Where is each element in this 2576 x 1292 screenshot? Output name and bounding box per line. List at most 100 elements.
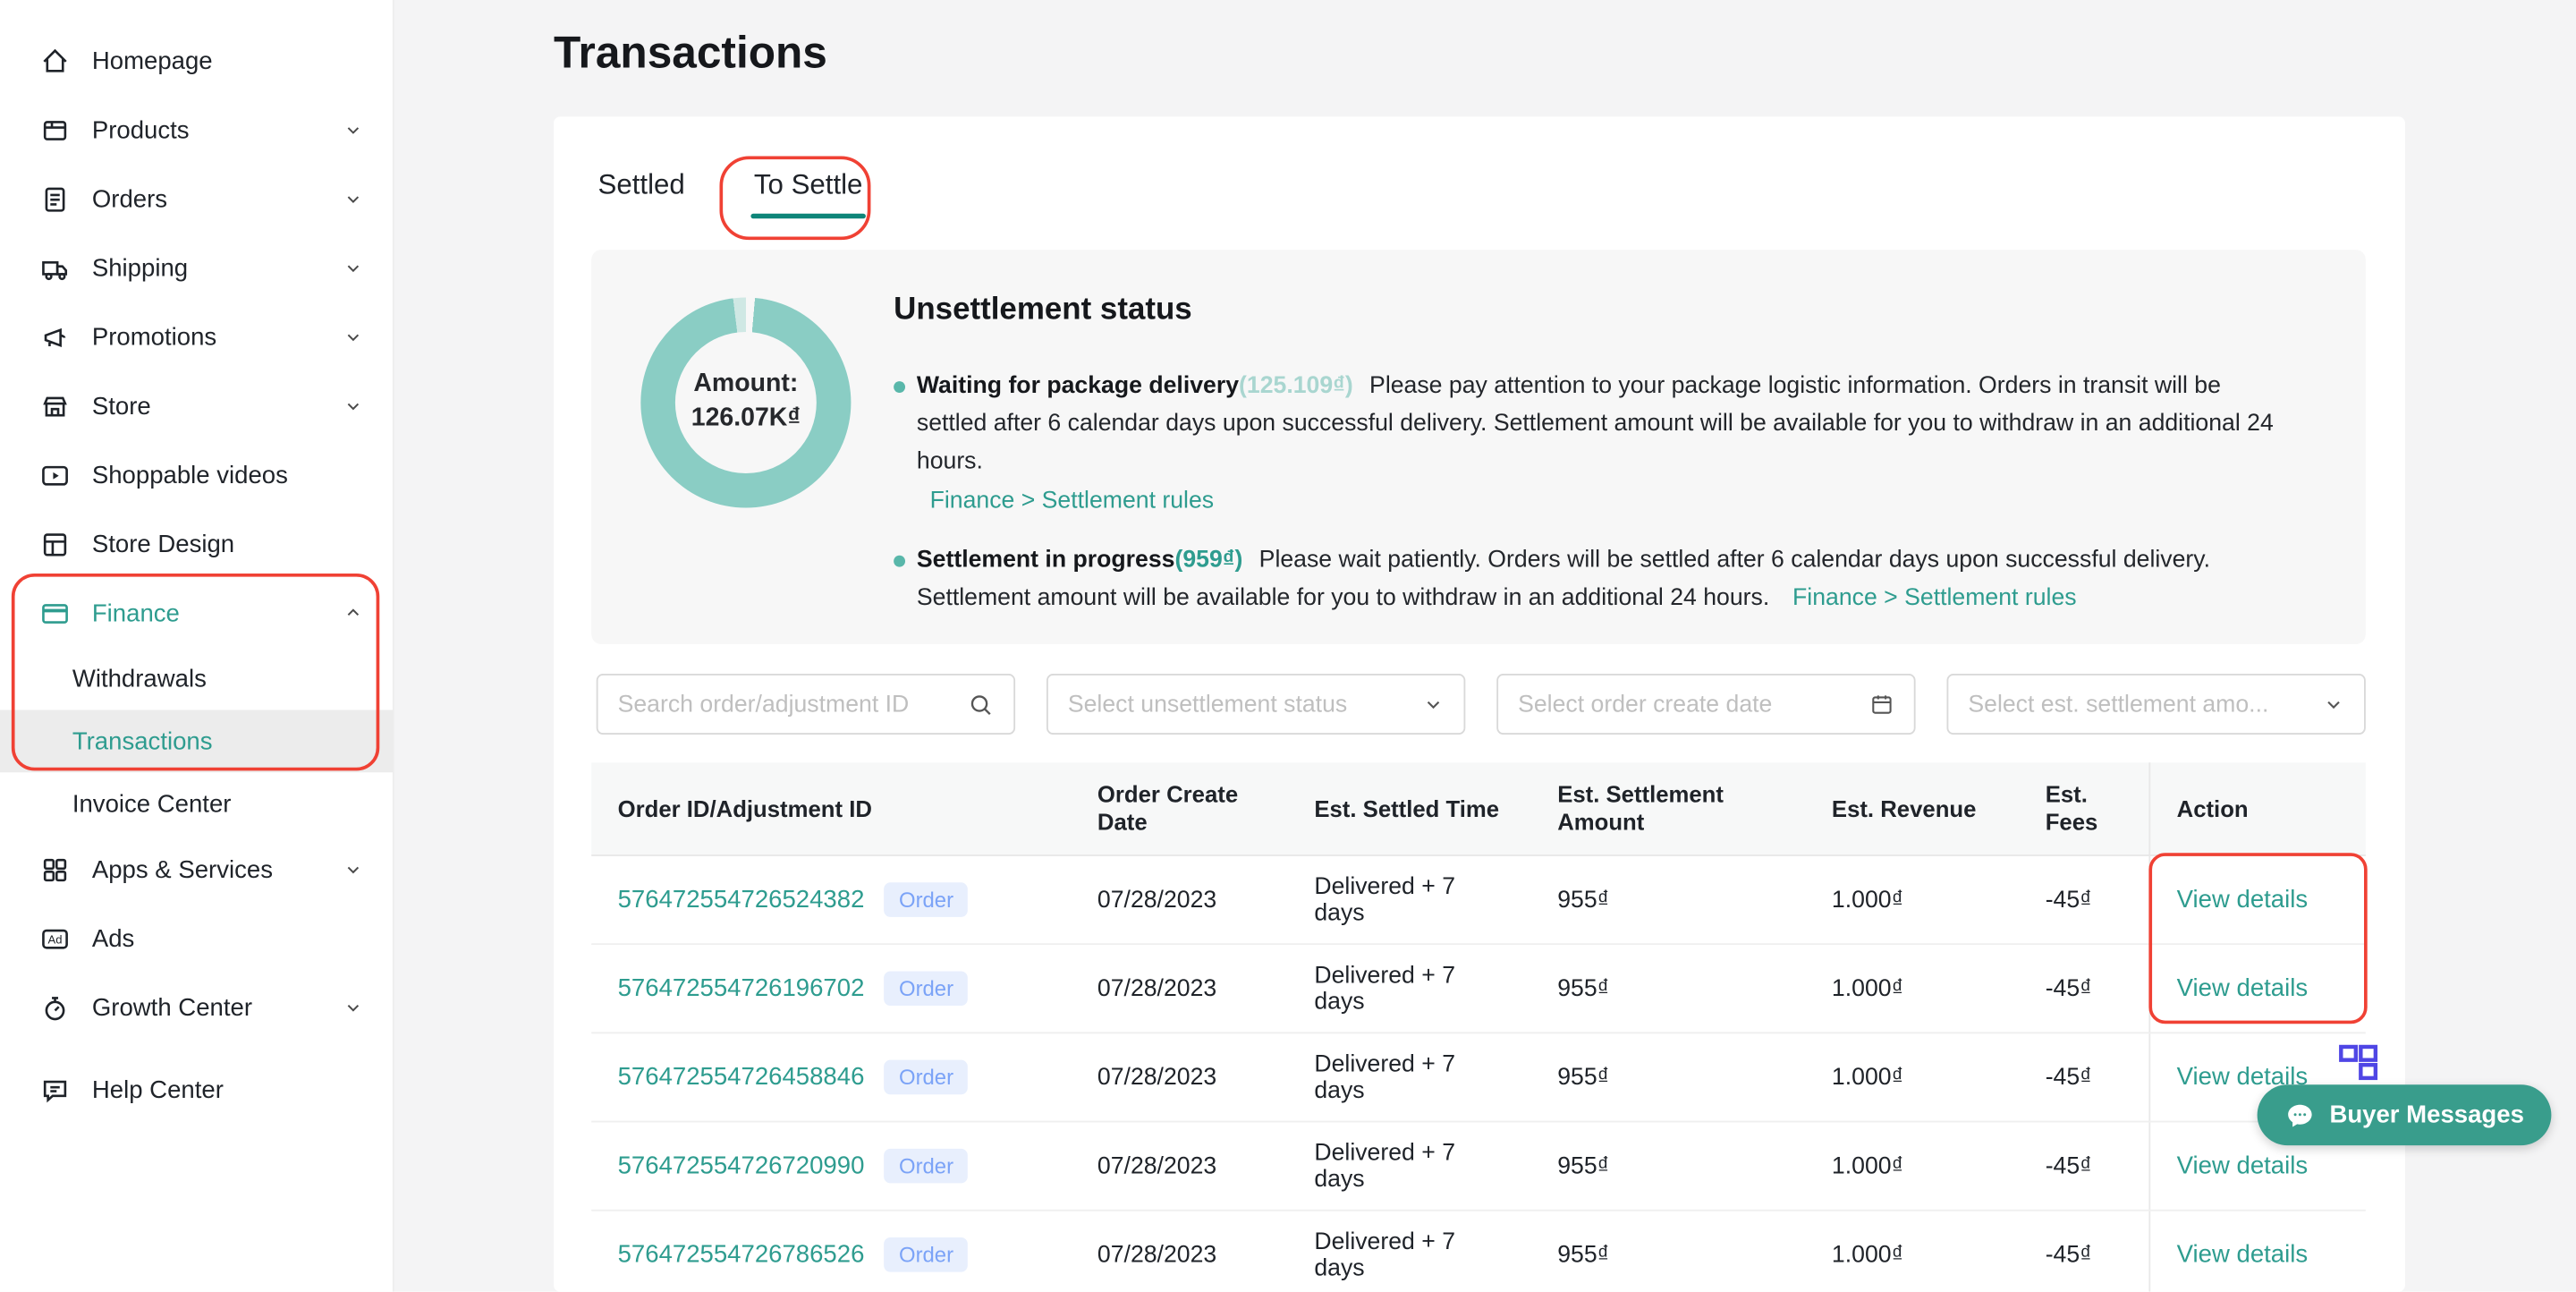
chevron-down-icon	[1423, 693, 1445, 715]
chevron-down-icon	[343, 327, 363, 347]
table-row: 576472554726720990Order 07/28/2023 Deliv…	[591, 1122, 2366, 1211]
sidebar-item-homepage[interactable]: Homepage	[0, 26, 393, 95]
chevron-up-icon	[343, 603, 363, 623]
buyer-messages-button[interactable]: Buyer Messages	[2258, 1084, 2553, 1145]
donut-amount-value: 126.07K₫	[691, 403, 801, 437]
sidebar-item-label: Shoppable videos	[92, 461, 363, 489]
sidebar-item-label: Homepage	[92, 47, 363, 74]
sidebar-item-transactions[interactable]: Transactions	[0, 710, 393, 772]
products-icon	[39, 115, 71, 146]
sidebar-item-label: Promotions	[92, 323, 322, 351]
settlement-rules-link[interactable]: Finance > Settlement rules	[930, 488, 1215, 514]
est-revenue: 1.000₫	[1806, 856, 2020, 943]
order-type-badge: Order	[884, 882, 968, 917]
bullet-title: Settlement in progress	[917, 548, 1175, 574]
unsettlement-status-select[interactable]: Select unsettlement status	[1046, 674, 1465, 735]
bullet-waiting-delivery: Waiting for package delivery(125.109₫)Pl…	[894, 368, 2284, 521]
sidebar-item-store-design[interactable]: Store Design	[0, 509, 393, 578]
est-fees: -45₫	[2019, 1211, 2148, 1292]
est-settlement-amount: 955₫	[1531, 1033, 1806, 1120]
sidebar-item-products[interactable]: Products	[0, 96, 393, 165]
col-header-revenue: Est. Revenue	[1806, 762, 2020, 854]
search-input[interactable]	[618, 691, 955, 717]
bullet-settlement-progress: Settlement in progress(959₫)Please wait …	[894, 542, 2284, 617]
search-order-filter[interactable]	[597, 674, 1015, 735]
view-details-link[interactable]: View details	[2177, 1152, 2309, 1180]
order-id-link[interactable]: 576472554726458846	[618, 1063, 865, 1091]
store-icon	[39, 390, 71, 421]
sidebar-item-label: Growth Center	[92, 993, 322, 1021]
sidebar-item-finance[interactable]: Finance	[0, 579, 393, 648]
view-details-link[interactable]: View details	[2177, 974, 2309, 1002]
donut-center-label: Amount: 126.07K₫	[675, 332, 817, 473]
sidebar-item-ads[interactable]: Ad Ads	[0, 904, 393, 973]
transactions-table: Order ID/Adjustment ID Order Create Date…	[591, 762, 2366, 1291]
finance-card-icon	[39, 598, 71, 629]
search-icon	[968, 691, 994, 717]
chevron-down-icon	[343, 258, 363, 277]
sidebar-item-shipping[interactable]: Shipping	[0, 234, 393, 302]
chevron-down-icon	[343, 998, 363, 1017]
est-settled-time: Delivered + 7 days	[1288, 1033, 1531, 1120]
sidebar-item-shoppable-videos[interactable]: Shoppable videos	[0, 440, 393, 509]
grid-widget-icon[interactable]	[2326, 1043, 2381, 1083]
sidebar-item-store[interactable]: Store	[0, 371, 393, 440]
order-create-date: 07/28/2023	[1072, 945, 1288, 1032]
col-header-settled-time: Est. Settled Time	[1288, 762, 1531, 854]
order-type-badge: Order	[884, 1149, 968, 1184]
order-id-link[interactable]: 576472554726720990	[618, 1152, 865, 1180]
order-type-badge: Order	[884, 1237, 968, 1272]
sidebar-item-apps-services[interactable]: Apps & Services	[0, 835, 393, 904]
svg-text:Ad: Ad	[48, 932, 63, 946]
app-root: Homepage Products Orders Shipping	[0, 0, 2576, 1292]
settlement-tabs: Settled To Settle	[595, 116, 866, 250]
order-create-date: 07/28/2023	[1072, 1122, 1288, 1209]
est-settled-time: Delivered + 7 days	[1288, 1211, 1531, 1292]
sidebar-item-growth-center[interactable]: Growth Center	[0, 973, 393, 1041]
sidebar-item-label: Store Design	[92, 530, 363, 557]
order-id-link[interactable]: 576472554726196702	[618, 974, 865, 1002]
order-create-date: 07/28/2023	[1072, 1211, 1288, 1292]
sidebar-item-orders[interactable]: Orders	[0, 165, 393, 234]
sidebar-item-invoice-center[interactable]: Invoice Center	[0, 772, 393, 835]
settlement-rules-link[interactable]: Finance > Settlement rules	[1792, 585, 2077, 611]
sidebar-item-withdrawals[interactable]: Withdrawals	[0, 648, 393, 710]
select-placeholder: Select est. settlement amo...	[1968, 691, 2309, 717]
chevron-down-icon	[343, 860, 363, 880]
select-placeholder: Select order create date	[1518, 691, 1856, 717]
est-fees: -45₫	[2019, 1033, 2148, 1120]
sidebar-subitem-label: Transactions	[72, 727, 213, 755]
shipping-icon	[39, 252, 71, 284]
order-type-badge: Order	[884, 971, 968, 1006]
tab-to-settle[interactable]: To Settle	[750, 126, 866, 242]
table-row: 576472554726196702Order 07/28/2023 Deliv…	[591, 945, 2366, 1033]
order-create-date: 07/28/2023	[1072, 1033, 1288, 1120]
col-header-action: Action	[2148, 762, 2365, 854]
order-id-link[interactable]: 576472554726524382	[618, 886, 865, 914]
est-revenue: 1.000₫	[1806, 1211, 2020, 1292]
sidebar-item-label: Products	[92, 115, 322, 143]
order-create-date-picker[interactable]: Select order create date	[1496, 674, 1915, 735]
view-details-link[interactable]: View details	[2177, 886, 2309, 914]
layout-icon	[39, 528, 71, 559]
order-type-badge: Order	[884, 1060, 968, 1095]
sidebar-item-label: Help Center	[92, 1075, 363, 1103]
tab-settled[interactable]: Settled	[595, 126, 689, 242]
table-header-row: Order ID/Adjustment ID Order Create Date…	[591, 762, 2366, 856]
est-settlement-amount-select[interactable]: Select est. settlement amo...	[1946, 674, 2365, 735]
sidebar-item-help-center[interactable]: Help Center	[0, 1055, 393, 1124]
sidebar-item-promotions[interactable]: Promotions	[0, 302, 393, 371]
est-settled-time: Delivered + 7 days	[1288, 856, 1531, 943]
page-title: Transactions	[554, 28, 827, 79]
chat-bubble-icon	[2285, 1101, 2315, 1130]
growth-center-icon	[39, 991, 71, 1023]
col-header-create-date: Order Create Date	[1072, 762, 1288, 854]
unsettlement-status-panel: Amount: 126.07K₫ Unsettlement status Wai…	[591, 250, 2366, 644]
view-details-link[interactable]: View details	[2177, 1241, 2309, 1269]
promotions-icon	[39, 321, 71, 353]
chevron-down-icon	[343, 396, 363, 416]
est-revenue: 1.000₫	[1806, 1122, 2020, 1209]
order-id-link[interactable]: 576472554726786526	[618, 1241, 865, 1269]
est-revenue: 1.000₫	[1806, 945, 2020, 1032]
buyer-messages-label: Buyer Messages	[2329, 1101, 2523, 1129]
